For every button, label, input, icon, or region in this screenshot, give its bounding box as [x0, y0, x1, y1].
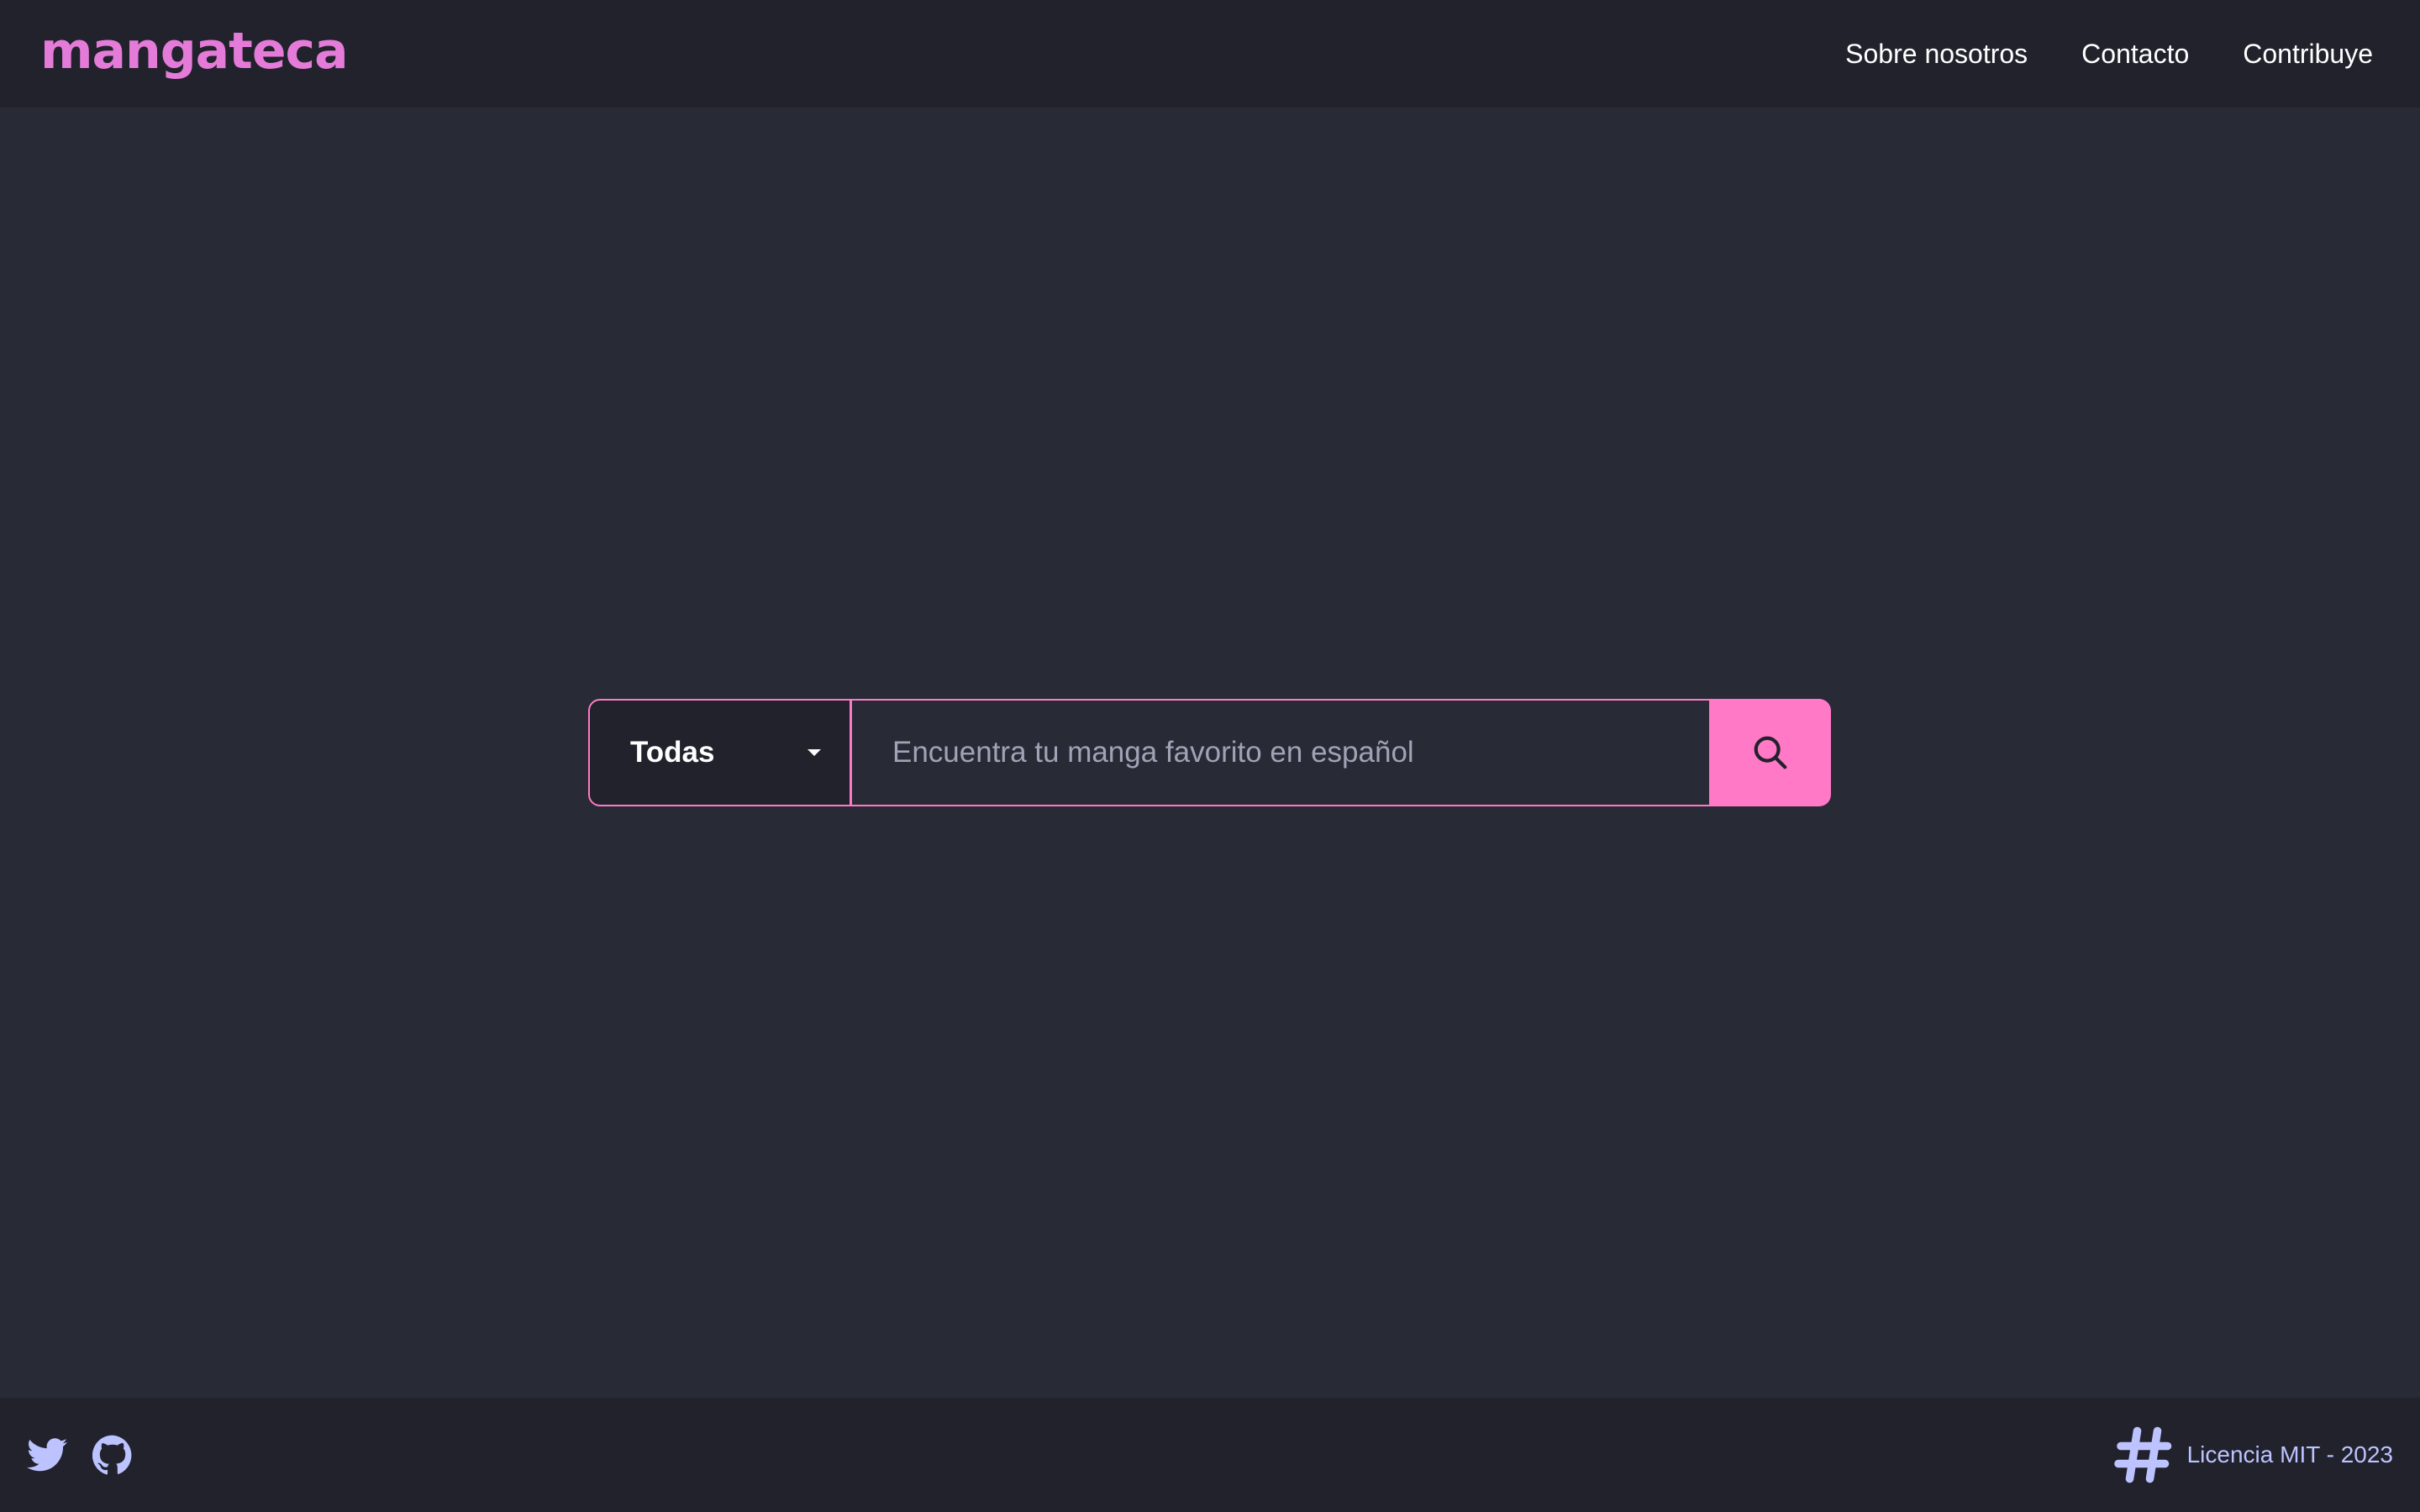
github-link[interactable]: [92, 1435, 133, 1475]
hashtag-icon: [2113, 1426, 2171, 1483]
search-bar: Todas: [588, 699, 1831, 806]
footer: Licencia MIT - 2023: [0, 1398, 2420, 1512]
category-select[interactable]: Todas: [588, 699, 851, 806]
search-icon: [1754, 736, 1786, 769]
twitter-icon: [27, 1438, 67, 1472]
nav-link-contacto[interactable]: Contacto: [2081, 39, 2189, 70]
category-selected-value: Todas: [630, 736, 715, 769]
main-nav: Sobre nosotros Contacto Contribuye: [1845, 39, 2373, 70]
github-icon: [92, 1435, 132, 1475]
social-links: [27, 1435, 133, 1475]
search-input[interactable]: [851, 699, 1709, 806]
top-navbar: mangateca Sobre nosotros Contacto Contri…: [0, 0, 2420, 108]
license-text: Licencia MIT - 2023: [2186, 1441, 2393, 1467]
caret-down-icon: [808, 749, 821, 756]
nav-link-contribuye[interactable]: Contribuye: [2243, 39, 2373, 70]
search-button[interactable]: [1709, 699, 1831, 806]
nav-link-sobre-nosotros[interactable]: Sobre nosotros: [1845, 39, 2028, 70]
site-logo[interactable]: mangateca: [40, 26, 349, 76]
twitter-link[interactable]: [27, 1438, 67, 1472]
license-info: Licencia MIT - 2023: [2113, 1425, 2393, 1485]
